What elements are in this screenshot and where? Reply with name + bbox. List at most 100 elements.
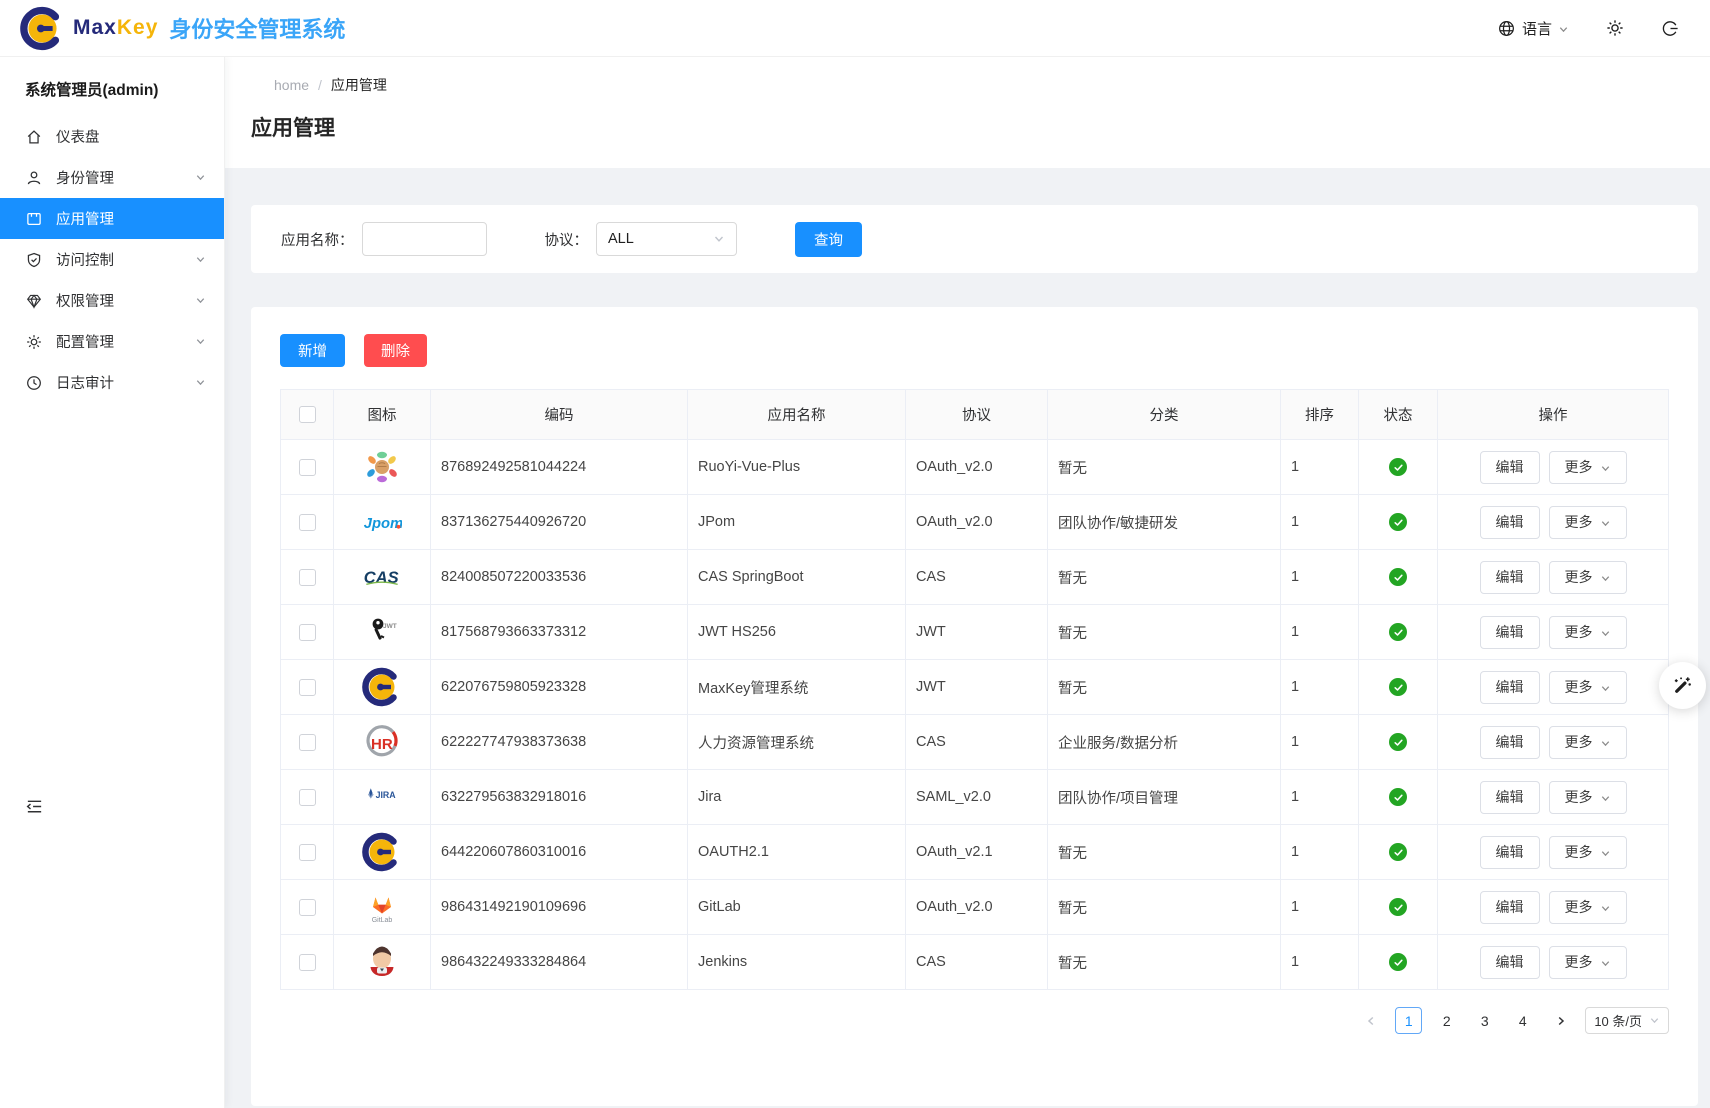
app-table: 图标 编码 应用名称 协议 分类 排序 状态 操作 87689249258104… — [280, 389, 1669, 990]
row-checkbox[interactable] — [299, 954, 316, 971]
topbar-actions: 语言 — [1497, 18, 1680, 39]
chevron-down-icon — [1600, 628, 1611, 639]
svg-text:JWT: JWT — [383, 623, 397, 630]
sidebar-item-dashboard[interactable]: 仪表盘 — [0, 116, 224, 157]
gem-icon — [25, 292, 43, 310]
maxkey-icon — [334, 832, 430, 872]
status-enabled-badge — [1389, 568, 1407, 586]
language-label: 语言 — [1522, 18, 1552, 39]
page-header: home / 应用管理 应用管理 — [225, 57, 1710, 168]
app-name: 人力资源管理系统 — [688, 715, 906, 770]
brand: Max Key 身份安全管理系统 — [20, 6, 345, 51]
chevron-down-icon — [195, 377, 206, 388]
delete-button[interactable]: 删除 — [364, 334, 427, 367]
more-button[interactable]: 更多 — [1549, 451, 1627, 484]
chevron-down-icon — [1600, 463, 1611, 474]
row-checkbox[interactable] — [299, 734, 316, 751]
page-size-select[interactable]: 10 条/页 — [1585, 1007, 1669, 1034]
sidebar-item-config[interactable]: 配置管理 — [0, 321, 224, 362]
page-body: 应用名称： 协议： ALL 查询 新增 删除 — [225, 168, 1710, 1106]
protocol-select[interactable]: ALL — [596, 222, 737, 256]
ruoyi-icon — [334, 447, 430, 487]
sidebar-item-audit[interactable]: 日志审计 — [0, 362, 224, 403]
home-icon — [25, 128, 43, 146]
app-code: 824008507220033536 — [431, 550, 688, 605]
sidebar-item-apps[interactable]: 应用管理 — [0, 198, 224, 239]
page-button-4[interactable]: 4 — [1509, 1007, 1536, 1034]
edit-button[interactable]: 编辑 — [1480, 836, 1540, 869]
app-protocol: SAML_v2.0 — [906, 770, 1048, 825]
chevron-down-icon — [713, 233, 725, 245]
edit-button[interactable]: 编辑 — [1480, 616, 1540, 649]
svg-text:HR: HR — [371, 736, 393, 753]
row-checkbox[interactable] — [299, 844, 316, 861]
status-enabled-badge — [1389, 898, 1407, 916]
chevron-down-icon — [1600, 738, 1611, 749]
row-checkbox[interactable] — [299, 789, 316, 806]
app-sort: 1 — [1281, 715, 1359, 770]
select-all-checkbox[interactable] — [299, 406, 316, 423]
app-category: 暂无 — [1048, 880, 1281, 935]
app-sort: 1 — [1281, 495, 1359, 550]
app-protocol: JWT — [906, 605, 1048, 660]
app-name: Jenkins — [688, 935, 906, 990]
row-checkbox[interactable] — [299, 514, 316, 531]
sidebar-item-access[interactable]: 访问控制 — [0, 239, 224, 280]
row-checkbox[interactable] — [299, 899, 316, 916]
maxkey-icon — [334, 667, 430, 707]
chevron-down-icon — [1600, 903, 1611, 914]
more-button[interactable]: 更多 — [1549, 671, 1627, 704]
pagination-pages: 1234 — [1395, 1007, 1536, 1034]
page-button-1[interactable]: 1 — [1395, 1007, 1422, 1034]
app-name-input[interactable] — [362, 222, 487, 256]
sidebar-collapse-button[interactable] — [25, 797, 44, 816]
more-button[interactable]: 更多 — [1549, 891, 1627, 924]
edit-button[interactable]: 编辑 — [1480, 726, 1540, 759]
col-status: 状态 — [1359, 390, 1438, 440]
app-sort: 1 — [1281, 880, 1359, 935]
row-checkbox[interactable] — [299, 459, 316, 476]
sidebar-item-identity[interactable]: 身份管理 — [0, 157, 224, 198]
edit-button[interactable]: 编辑 — [1480, 506, 1540, 539]
more-button[interactable]: 更多 — [1549, 836, 1627, 869]
edit-button[interactable]: 编辑 — [1480, 561, 1540, 594]
page-button-2[interactable]: 2 — [1433, 1007, 1460, 1034]
more-button[interactable]: 更多 — [1549, 616, 1627, 649]
sidebar-item-label: 访问控制 — [56, 249, 195, 270]
more-button[interactable]: 更多 — [1549, 781, 1627, 814]
app-sort: 1 — [1281, 440, 1359, 495]
logout-button[interactable] — [1661, 19, 1680, 38]
next-page-button[interactable] — [1547, 1007, 1574, 1034]
app-sort: 1 — [1281, 605, 1359, 660]
page-button-3[interactable]: 3 — [1471, 1007, 1498, 1034]
app-category: 暂无 — [1048, 550, 1281, 605]
row-checkbox[interactable] — [299, 569, 316, 586]
language-menu[interactable]: 语言 — [1497, 18, 1569, 39]
search-button[interactable]: 查询 — [795, 222, 862, 257]
edit-button[interactable]: 编辑 — [1480, 671, 1540, 704]
settings-button[interactable] — [1605, 18, 1625, 38]
more-button[interactable]: 更多 — [1549, 561, 1627, 594]
row-checkbox[interactable] — [299, 624, 316, 641]
add-button[interactable]: 新增 — [280, 334, 345, 367]
more-button[interactable]: 更多 — [1549, 506, 1627, 539]
app-table-body: 876892492581044224 RuoYi-Vue-Plus OAuth_… — [281, 440, 1669, 990]
filter-bar: 应用名称： 协议： ALL 查询 — [251, 205, 1698, 273]
edit-button[interactable]: 编辑 — [1480, 891, 1540, 924]
more-button[interactable]: 更多 — [1549, 946, 1627, 979]
magic-wand-fab[interactable] — [1659, 662, 1706, 709]
chevron-down-icon — [1600, 958, 1611, 969]
chevron-down-icon — [1558, 24, 1569, 35]
more-button[interactable]: 更多 — [1549, 726, 1627, 759]
chevron-down-icon — [195, 295, 206, 306]
sidebar-item-permission[interactable]: 权限管理 — [0, 280, 224, 321]
breadcrumb-home-link[interactable]: home — [274, 77, 309, 93]
edit-button[interactable]: 编辑 — [1480, 451, 1540, 484]
edit-button[interactable]: 编辑 — [1480, 781, 1540, 814]
row-checkbox[interactable] — [299, 679, 316, 696]
col-icon: 图标 — [334, 390, 431, 440]
edit-button[interactable]: 编辑 — [1480, 946, 1540, 979]
jwt-icon: JWT — [334, 612, 430, 652]
app-name: RuoYi-Vue-Plus — [688, 440, 906, 495]
prev-page-button[interactable] — [1357, 1007, 1384, 1034]
